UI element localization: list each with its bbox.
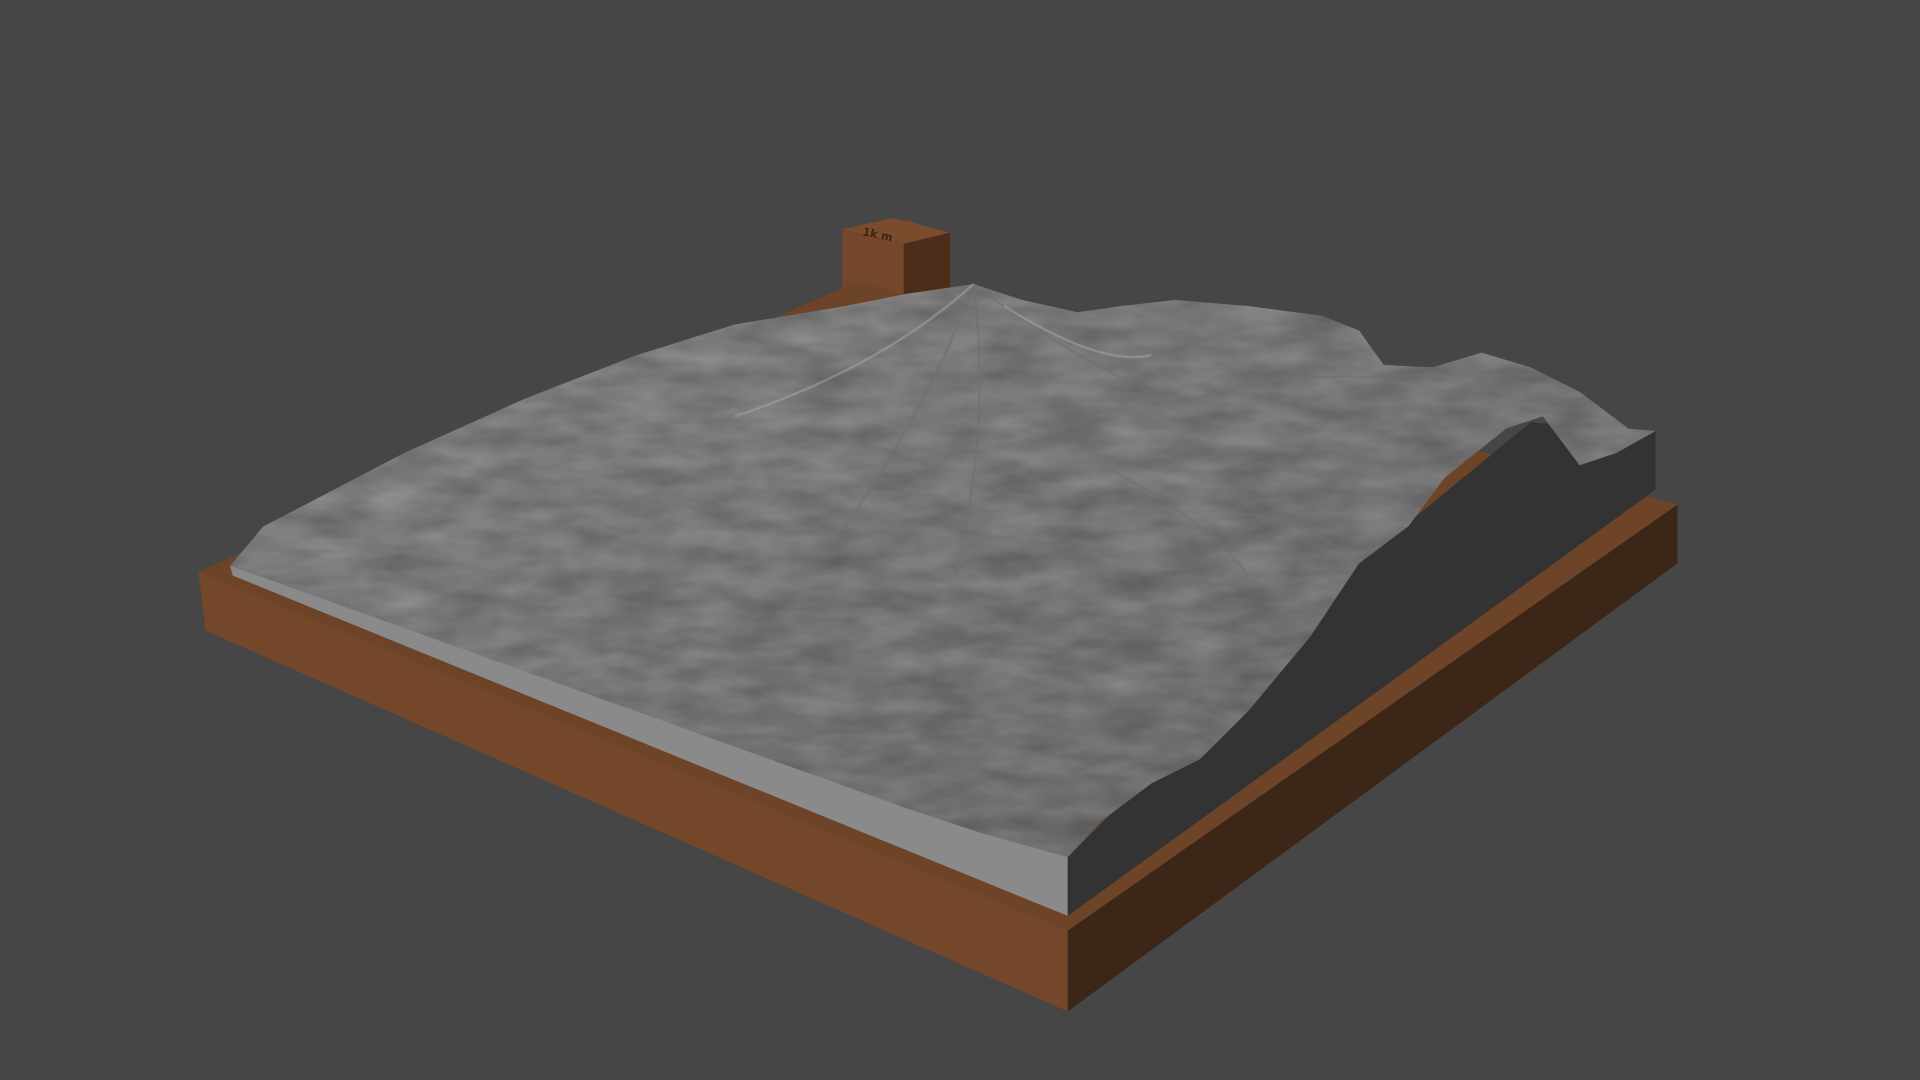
viewport-3d[interactable]: 1k m: [0, 0, 1920, 1080]
